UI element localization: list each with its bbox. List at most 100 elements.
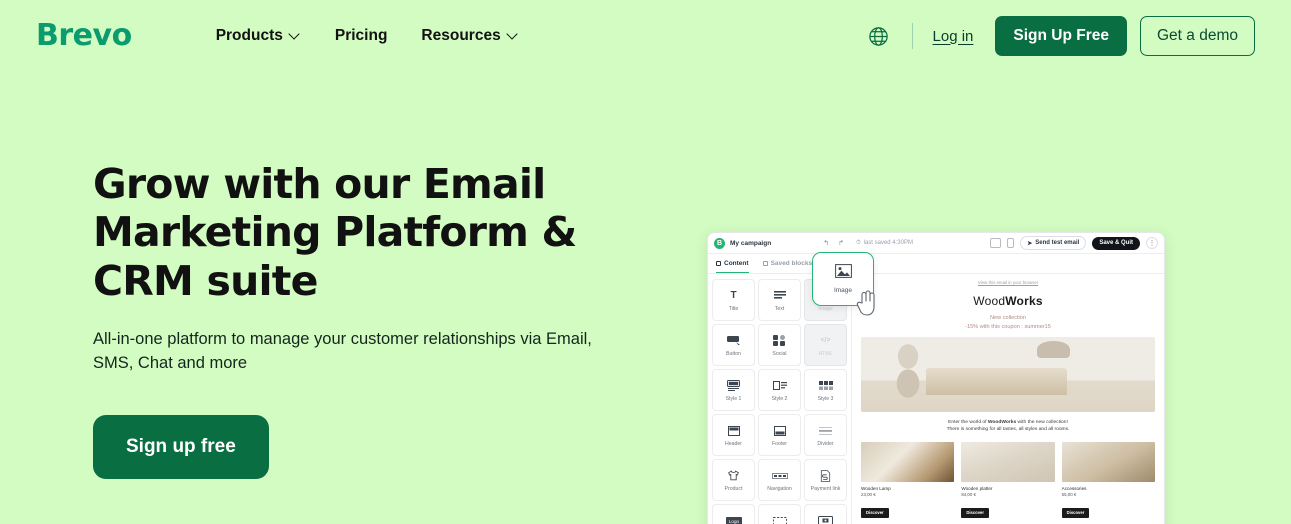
block-logo[interactable]: Logo Logo xyxy=(712,504,755,524)
tab-label: Content xyxy=(724,260,749,267)
block-label: Social xyxy=(772,351,787,357)
product-screenshot-mockup: B My campaign ↰ ↱ ⏱ last saved 4:30PM ➤ … xyxy=(707,232,1165,524)
signup-free-button[interactable]: Sign Up Free xyxy=(995,16,1127,56)
nav-item-products[interactable]: Products xyxy=(216,27,301,45)
block-footer[interactable]: Footer xyxy=(758,414,801,456)
product-card[interactable]: Accessories 55,00 € Discover xyxy=(1061,441,1155,520)
block-label: Header xyxy=(724,441,742,447)
site-header: Brevo Products Pricing Resources Log in … xyxy=(0,0,1291,72)
email-canvas[interactable]: View this email in your browser WoodWork… xyxy=(852,274,1164,524)
block-divider[interactable]: Divider xyxy=(804,414,847,456)
chevron-down-icon xyxy=(508,29,519,40)
nav-item-resources[interactable]: Resources xyxy=(421,27,518,45)
login-link[interactable]: Log in xyxy=(933,28,974,45)
block-label: Style 3 xyxy=(817,396,834,402)
nav-item-pricing[interactable]: Pricing xyxy=(335,27,388,45)
text-lines-icon xyxy=(773,288,786,303)
header-divider xyxy=(911,23,913,49)
block-text[interactable]: Text xyxy=(758,279,801,321)
product-price: 23,00 € xyxy=(861,492,876,498)
style1-icon xyxy=(727,378,740,393)
block-label: Image xyxy=(818,306,833,312)
get-demo-button[interactable]: Get a demo xyxy=(1140,16,1255,56)
campaign-name[interactable]: My campaign xyxy=(730,240,771,247)
block-label: Footer xyxy=(772,441,787,447)
button-icon xyxy=(726,333,741,348)
email-brand-title: WoodWorks xyxy=(861,294,1155,308)
mobile-preview-icon[interactable] xyxy=(1007,238,1015,248)
block-label: Button xyxy=(726,351,741,357)
product-discover-button[interactable]: Discover xyxy=(961,507,990,518)
block-style-3[interactable]: Style 3 xyxy=(804,369,847,411)
block-video[interactable]: Video xyxy=(804,504,847,524)
tab-saved-blocks[interactable]: Saved blocks xyxy=(762,254,813,273)
main-navigation: Products Pricing Resources xyxy=(216,27,519,45)
history-controls: ↰ ↱ xyxy=(823,239,844,247)
product-image xyxy=(861,441,955,482)
tab-label: Saved blocks xyxy=(770,260,813,267)
product-discover-button[interactable]: Discover xyxy=(1061,507,1090,518)
product-card[interactable]: Wooden Lamp 23,00 € Discover xyxy=(861,441,955,520)
block-label: Style 1 xyxy=(725,396,742,402)
email-hero-image[interactable] xyxy=(861,336,1155,412)
block-payment-link[interactable]: Payment link xyxy=(804,459,847,501)
block-header[interactable]: Header xyxy=(712,414,755,456)
block-style-1[interactable]: Style 1 xyxy=(712,369,755,411)
block-spacer[interactable]: Spacer xyxy=(758,504,801,524)
image-icon xyxy=(834,264,852,283)
logo-icon: Logo xyxy=(725,513,742,524)
block-product[interactable]: Product xyxy=(712,459,755,501)
block-button[interactable]: Button xyxy=(712,324,755,366)
product-card[interactable]: Wooden platter 84,00 € Discover xyxy=(961,441,1055,520)
send-test-email-button[interactable]: ➤ Send test email xyxy=(1020,236,1087,250)
product-price: 84,00 € xyxy=(961,492,976,498)
save-status-label: last saved 4:30PM xyxy=(863,240,913,246)
editor-tabs: Content Saved blocks Design xyxy=(708,254,1164,274)
product-price: 55,00 € xyxy=(1061,492,1077,498)
hero-section: Grow with our Email Marketing Platform &… xyxy=(0,72,1291,524)
body-line-2: There is something for all tastes, all s… xyxy=(946,427,1070,433)
title-icon: T xyxy=(730,290,737,301)
html-icon: </> xyxy=(820,337,831,344)
drag-hand-cursor xyxy=(856,289,878,322)
social-icons xyxy=(773,333,786,348)
saved-blocks-icon xyxy=(762,261,768,266)
brevo-logo[interactable]: Brevo xyxy=(36,21,132,51)
block-style-2[interactable]: Style 2 xyxy=(758,369,801,411)
product-image xyxy=(961,441,1055,482)
header-actions: Log in Sign Up Free Get a demo xyxy=(864,16,1255,56)
body-pre: Enter the world of xyxy=(948,419,988,425)
send-test-email-label: Send test email xyxy=(1035,240,1080,246)
page-title: Grow with our Email Marketing Platform &… xyxy=(93,160,577,305)
footer-icon xyxy=(773,423,786,438)
block-label: Divider xyxy=(817,441,834,447)
product-name: Wooden platter xyxy=(961,485,993,491)
email-preview: View this email in your browser WoodWork… xyxy=(852,274,1164,524)
email-body-copy: Enter the world of WoodWorks with the ne… xyxy=(861,419,1155,434)
desktop-preview-icon[interactable] xyxy=(990,238,1002,248)
email-preheader[interactable]: View this email in your browser xyxy=(861,280,1155,285)
block-html[interactable]: </> HTML xyxy=(804,324,847,366)
block-title[interactable]: T Title xyxy=(712,279,755,321)
block-label: Style 2 xyxy=(771,396,788,402)
globe-icon[interactable] xyxy=(864,21,894,51)
brand-light: Wood xyxy=(973,294,1006,308)
header-icon xyxy=(727,423,740,438)
more-options-icon[interactable]: ⋮ xyxy=(1146,237,1158,249)
tab-content[interactable]: Content xyxy=(716,254,749,273)
style2-icon xyxy=(772,378,787,393)
block-label: HTML xyxy=(818,351,833,357)
hero-signup-free-button[interactable]: Sign up free xyxy=(93,414,269,479)
save-status: ⏱ last saved 4:30PM xyxy=(856,240,913,247)
hero-text-column: Grow with our Email Marketing Platform &… xyxy=(0,160,640,479)
block-social[interactable]: Social xyxy=(758,324,801,366)
product-name: Wooden Lamp xyxy=(861,485,891,491)
content-icon xyxy=(716,261,721,266)
style3-icon xyxy=(818,378,833,393)
save-and-quit-button[interactable]: Save & Quit xyxy=(1092,236,1140,250)
product-discover-button[interactable]: Discover xyxy=(861,507,889,518)
redo-arrow-icon[interactable]: ↱ xyxy=(838,239,844,247)
block-navigation[interactable]: Navigation xyxy=(758,459,801,501)
payment-link-icon xyxy=(820,468,831,483)
undo-arrow-icon[interactable]: ↰ xyxy=(823,239,829,247)
